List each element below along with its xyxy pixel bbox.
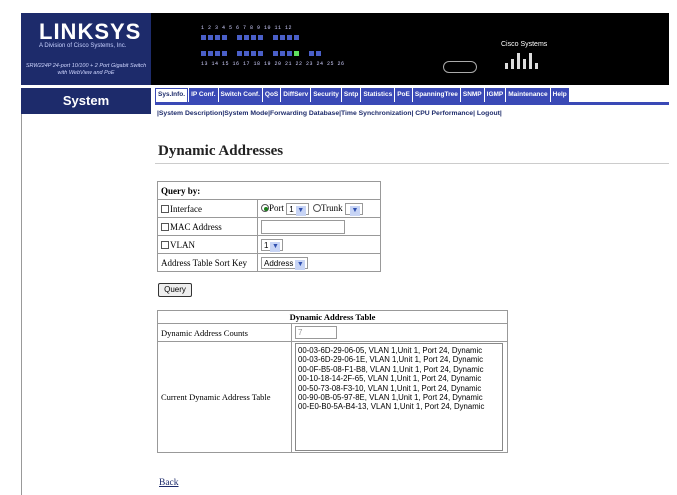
left-divider <box>21 114 22 495</box>
sub-navigation[interactable]: |System Description|System Mode|Forwardi… <box>157 110 502 117</box>
tab-spanning-tree[interactable]: SpanningTree <box>412 88 460 102</box>
vlan-checkbox[interactable] <box>161 240 169 249</box>
chevron-down-icon: ▼ <box>349 205 360 216</box>
tab-underline <box>155 102 669 105</box>
back-link[interactable]: Back <box>159 478 179 488</box>
tab-security[interactable]: Security <box>311 88 341 102</box>
tab-statistics[interactable]: Statistics <box>361 88 395 102</box>
port-status-panel: 1 2 3 4 5 6 7 8 9 10 11 12 13 14 15 16 1… <box>201 23 401 73</box>
results-title: Dynamic Address Table <box>157 310 508 324</box>
chevron-down-icon: ▼ <box>295 205 306 216</box>
mac-address-input[interactable] <box>261 219 345 234</box>
mac-input-cell <box>257 217 381 236</box>
list-item[interactable]: 00-10-18-14-2F-65, VLAN 1,Unit 1, Port 2… <box>298 374 500 383</box>
query-button[interactable]: Query <box>158 283 192 297</box>
linksys-logo: LINKSYS <box>39 19 142 44</box>
header-banner: LINKSYS A Division of Cisco Systems, Inc… <box>21 13 669 85</box>
cisco-logo-icon <box>503 53 543 69</box>
vlan-label: VLAN <box>170 239 195 250</box>
trunk-label: Trunk <box>320 202 343 213</box>
tab-sys-info[interactable]: Sys.Info. <box>155 88 189 102</box>
brand-panel: LINKSYS A Division of Cisco Systems, Inc… <box>21 13 151 85</box>
list-item[interactable]: 00-50-73-08-F3-10, VLAN 1,Unit 1, Port 2… <box>298 384 500 393</box>
mac-checkbox[interactable] <box>161 222 169 231</box>
tab-poe[interactable]: PoE <box>395 88 412 102</box>
list-item[interactable]: 00-03-6D-29-06-1E, VLAN 1,Unit 1, Port 2… <box>298 355 500 364</box>
title-divider <box>155 163 669 164</box>
mac-cell: MAC Address <box>157 217 258 236</box>
port-radio[interactable] <box>261 203 269 212</box>
current-table-label: Current Dynamic Address Table <box>157 341 292 453</box>
sort-key-select[interactable]: Address ▼ <box>261 256 309 270</box>
vlan-input-cell: 1 ▼ <box>257 235 381 254</box>
console-port-icon <box>443 61 477 73</box>
tab-maintenance[interactable]: Maintenance <box>506 88 550 102</box>
cisco-wordmark: Cisco Systems <box>501 41 548 48</box>
tab-qos[interactable]: QoS <box>262 88 281 102</box>
tab-ip-conf[interactable]: IP Conf. <box>189 88 218 102</box>
tab-sntp[interactable]: Sntp <box>341 88 361 102</box>
chevron-down-icon: ▼ <box>270 241 281 252</box>
chevron-down-icon: ▼ <box>295 259 306 270</box>
model-description: SRW224P 24-port 10/100 + 2 Port Gigabit … <box>25 63 147 76</box>
tab-switch-conf[interactable]: Switch Conf. <box>218 88 262 102</box>
tab-snmp[interactable]: SNMP <box>460 88 484 102</box>
sort-key-label: Address Table Sort Key <box>157 253 258 272</box>
tab-help[interactable]: Help <box>550 88 569 102</box>
trunk-select[interactable]: ▼ <box>344 202 363 216</box>
page-title: Dynamic Addresses <box>158 143 284 159</box>
count-label: Dynamic Address Counts <box>157 323 292 342</box>
port-leds-top <box>201 35 305 47</box>
port-select[interactable]: 1 ▼ <box>286 202 309 216</box>
vlan-cell: VLAN <box>157 235 258 254</box>
interface-checkbox[interactable] <box>161 204 169 213</box>
port-label: Port <box>269 202 285 213</box>
query-form: Query by: Interface Port 1 ▼ Trunk ▼ MAC … <box>157 181 381 272</box>
interface-cell: Interface <box>157 199 258 218</box>
query-heading: Query by: <box>157 181 381 200</box>
count-field: 7 <box>295 326 337 339</box>
address-listbox[interactable]: 00-03-6D-29-06-05, VLAN 1,Unit 1, Port 2… <box>295 343 503 451</box>
vlan-select[interactable]: 1 ▼ <box>261 238 284 252</box>
tab-diffserv[interactable]: DiffServ <box>281 88 311 102</box>
sort-key-cell: Address ▼ <box>257 253 381 272</box>
tab-igmp[interactable]: IGMP <box>484 88 506 102</box>
count-cell: 7 <box>291 323 508 342</box>
interface-options: Port 1 ▼ Trunk ▼ <box>257 199 381 218</box>
list-item[interactable]: 00-0F-B5-08-F1-B8, VLAN 1,Unit 1, Port 2… <box>298 365 500 374</box>
main-tabs: Sys.Info. IP Conf. Switch Conf. QoS Diff… <box>155 88 669 102</box>
list-item[interactable]: 00-E0-B0-5A-B4-13, VLAN 1,Unit 1, Port 2… <box>298 402 500 411</box>
list-item[interactable]: 00-03-6D-29-06-05, VLAN 1,Unit 1, Port 2… <box>298 346 500 355</box>
brand-subtitle: A Division of Cisco Systems, Inc. <box>39 43 127 49</box>
current-table-cell: 00-03-6D-29-06-05, VLAN 1,Unit 1, Port 2… <box>291 341 508 453</box>
trunk-radio[interactable] <box>312 203 321 212</box>
mac-label: MAC Address <box>170 221 222 232</box>
port-numbers-top: 1 2 3 4 5 6 7 8 9 10 11 12 <box>201 25 293 31</box>
interface-label: Interface <box>170 203 202 214</box>
section-title-system: System <box>21 88 151 114</box>
port-numbers-bottom: 13 14 15 16 17 18 19 20 21 22 23 24 25 2… <box>201 61 345 67</box>
dynamic-address-table: Dynamic Address Table Dynamic Address Co… <box>157 310 508 453</box>
list-item[interactable]: 00-90-0B-05-97-8E, VLAN 1,Unit 1, Port 2… <box>298 393 500 402</box>
